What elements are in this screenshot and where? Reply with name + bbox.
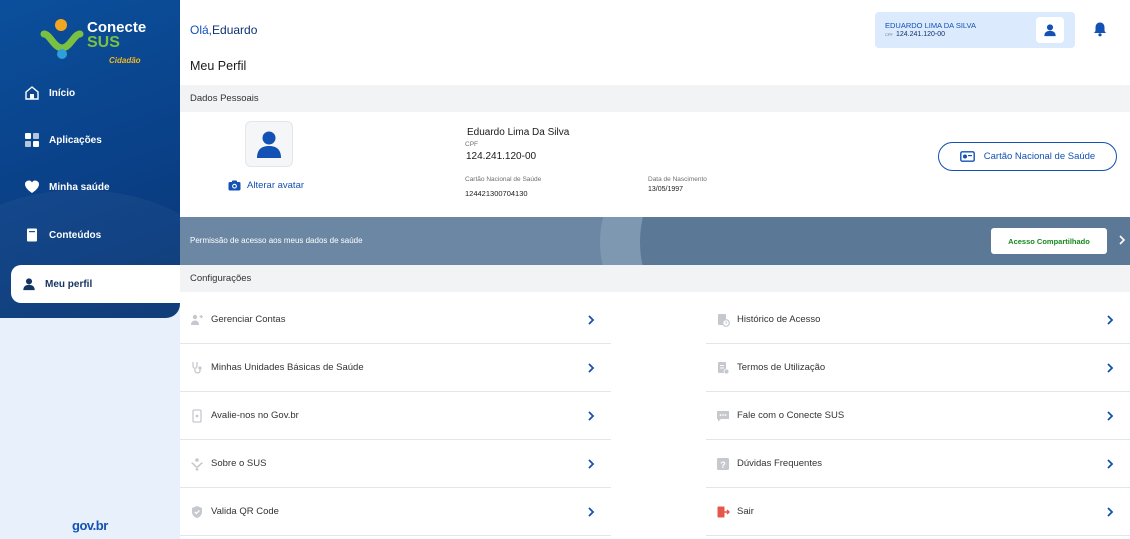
- svg-text:?: ?: [720, 459, 726, 469]
- settings-item-label: Sobre o SUS: [211, 458, 267, 469]
- cns-value: 124421300704130: [465, 189, 528, 198]
- shield-icon: [190, 505, 204, 519]
- greeting-name: Eduardo: [212, 23, 258, 37]
- grid-icon: [24, 132, 40, 148]
- cns-label: Cartão Nacional de Saúde: [465, 176, 542, 183]
- settings-item-sair[interactable]: Sair: [706, 488, 1130, 536]
- sidebar-nav-panel: Conecte SUS Cidadão Início Aplicações Mi…: [0, 0, 180, 318]
- chevron-right-icon: [585, 458, 597, 470]
- person-icon: [22, 277, 36, 291]
- chevron-right-icon: [585, 314, 597, 326]
- logo-line3: Cidadão: [109, 56, 141, 65]
- person-icon: [257, 131, 281, 158]
- sidebar-item-aplicacoes[interactable]: Aplicações: [24, 129, 174, 151]
- greeting-prefix: Olá,: [190, 23, 213, 37]
- history-icon: [716, 313, 730, 327]
- shared-access-button[interactable]: Acesso Compartilhado: [991, 228, 1107, 254]
- user-card[interactable]: EDUARDO LIMA DA SILVA CPF 124.241.120-00: [875, 12, 1075, 48]
- sidebar-item-inicio[interactable]: Início: [24, 82, 174, 104]
- settings-item-sobre-sus[interactable]: Sobre o SUS: [180, 440, 611, 488]
- settings-item-valida-qr[interactable]: Valida QR Code: [180, 488, 611, 536]
- heart-icon: [24, 179, 40, 195]
- settings-item-label: Histórico de Acesso: [737, 314, 821, 325]
- card-icon: [959, 151, 975, 162]
- sidebar-item-label: Minha saúde: [49, 181, 110, 193]
- app: Conecte SUS Cidadão Início Aplicações Mi…: [0, 0, 1130, 539]
- settings-item-label: Minhas Unidades Básicas de Saúde: [211, 362, 364, 373]
- chevron-right-icon: [585, 362, 597, 374]
- greeting: Olá,Eduardo: [190, 23, 257, 37]
- stethoscope-icon: [190, 361, 204, 375]
- sidebar-item-label: Aplicações: [49, 134, 102, 146]
- profile-avatar: [245, 121, 293, 167]
- cartao-nacional-button[interactable]: Cartão Nacional de Saúde: [938, 142, 1117, 171]
- settings-item-unidades-basicas[interactable]: Minhas Unidades Básicas de Saúde: [180, 344, 611, 392]
- sidebar-item-label: Meu perfil: [45, 278, 93, 290]
- page-title: Meu Perfil: [190, 59, 247, 73]
- chevron-right-icon: [585, 506, 597, 518]
- sidebar-item-label: Conteúdos: [49, 229, 102, 241]
- settings-item-fale-conosco[interactable]: Fale com o Conecte SUS: [706, 392, 1130, 440]
- settings-item-gerenciar-contas[interactable]: Gerenciar Contas: [180, 296, 611, 344]
- profile-name: Eduardo Lima Da Silva: [467, 127, 570, 138]
- user-cpf-value: 124.241.120-00: [896, 31, 946, 38]
- section-dados-pessoais: Dados Pessoais: [180, 85, 1130, 112]
- conecte-sus-logo[interactable]: Conecte SUS Cidadão: [40, 18, 160, 65]
- document-icon: [716, 361, 730, 375]
- sidebar-item-label: Início: [49, 87, 76, 99]
- user-name: EDUARDO LIMA DA SILVA: [885, 21, 976, 30]
- chat-icon: [716, 409, 730, 423]
- book-icon: [24, 227, 40, 243]
- settings-item-label: Termos de Utilização: [737, 362, 826, 373]
- question-icon: ?: [716, 457, 730, 471]
- cpf-label: CPF: [465, 141, 478, 148]
- sidebar: Conecte SUS Cidadão Início Aplicações Mi…: [0, 0, 180, 539]
- settings-item-label: Fale com o Conecte SUS: [737, 410, 845, 421]
- change-avatar-link[interactable]: Alterar avatar: [228, 180, 304, 191]
- logo-wordmark: Conecte SUS Cidadão: [87, 20, 146, 65]
- settings-item-label: Dúvidas Frequentes: [737, 458, 823, 469]
- logout-icon: [716, 505, 730, 519]
- chevron-right-icon: [1104, 458, 1116, 470]
- camera-icon: [228, 180, 241, 191]
- settings-item-label: Sair: [737, 506, 754, 517]
- sus-icon: [190, 457, 204, 471]
- accounts-icon: [190, 313, 204, 327]
- user-avatar[interactable]: [1036, 17, 1064, 43]
- chevron-right-icon: [585, 410, 597, 422]
- birth-label: Data de Nascimento: [648, 176, 707, 183]
- logo-line2: SUS: [87, 34, 120, 51]
- sidebar-item-minha-saude[interactable]: Minha saúde: [24, 176, 174, 198]
- settings-item-termos[interactable]: Termos de Utilização: [706, 344, 1130, 392]
- user-cpf: CPF 124.241.120-00: [885, 31, 945, 38]
- banner-text: Permissão de acesso aos meus dados de sa…: [190, 236, 363, 245]
- user-cpf-label: CPF: [885, 32, 893, 37]
- banner-decoration: [640, 217, 880, 265]
- chevron-right-icon: [1104, 410, 1116, 422]
- sidebar-item-meu-perfil[interactable]: Meu perfil: [11, 265, 180, 303]
- cpf-value: 124.241.120-00: [466, 151, 537, 162]
- chevron-right-icon: [1104, 362, 1116, 374]
- person-icon: [1044, 24, 1056, 37]
- govbr-logo[interactable]: gov.br: [72, 518, 108, 533]
- cartao-nacional-label: Cartão Nacional de Saúde: [983, 151, 1096, 162]
- chevron-right-icon[interactable]: [1118, 234, 1126, 246]
- home-icon: [24, 85, 40, 101]
- settings-item-duvidas[interactable]: ? Dúvidas Frequentes: [706, 440, 1130, 488]
- sus-logo-icon: [40, 19, 84, 59]
- chevron-right-icon: [1104, 506, 1116, 518]
- access-permission-banner: Permissão de acesso aos meus dados de sa…: [180, 217, 1130, 265]
- chevron-right-icon: [1104, 314, 1116, 326]
- phone-icon: [190, 408, 204, 423]
- birth-value: 13/05/1997: [648, 186, 684, 193]
- settings-item-avalie[interactable]: Avalie-nos no Gov.br: [180, 392, 611, 440]
- settings-item-label: Avalie-nos no Gov.br: [211, 410, 299, 421]
- sidebar-item-conteudos[interactable]: Conteúdos: [24, 224, 174, 246]
- section-configuracoes: Configurações: [180, 265, 1130, 292]
- settings-item-label: Gerenciar Contas: [211, 314, 286, 325]
- bell-icon[interactable]: [1092, 21, 1108, 37]
- settings-item-historico-acesso[interactable]: Histórico de Acesso: [706, 296, 1130, 344]
- settings-item-label: Valida QR Code: [211, 506, 279, 517]
- change-avatar-label: Alterar avatar: [247, 180, 305, 191]
